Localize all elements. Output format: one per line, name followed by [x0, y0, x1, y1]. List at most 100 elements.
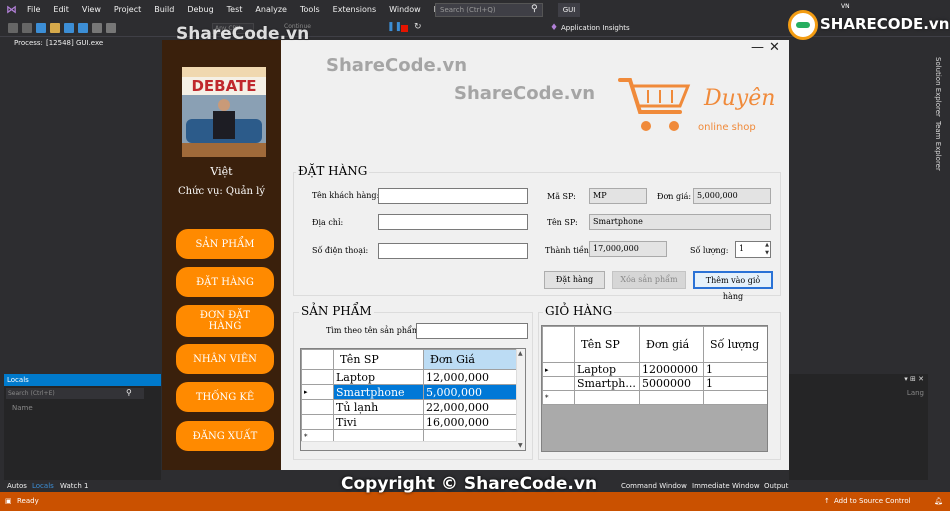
phone-input[interactable] [378, 243, 528, 259]
panel-controls-icon[interactable]: ▾ ⊞ ✕ [904, 375, 924, 383]
quantity-label: Số lượng: [690, 246, 729, 255]
table-row[interactable]: ▸ Laptop 12000000 1 [542, 362, 767, 377]
column-header-don-gia[interactable]: Đơn giá [639, 326, 704, 363]
open-icon[interactable] [50, 23, 60, 33]
row-selector[interactable] [301, 399, 334, 415]
tab-immediate-window[interactable]: Immediate Window [692, 480, 760, 492]
scroll-down-icon[interactable]: ▼ [518, 442, 523, 449]
tab-autos[interactable]: Autos [7, 480, 27, 492]
menu-tools[interactable]: Tools [300, 0, 320, 20]
cell-name[interactable]: Tủ lạnh [333, 399, 424, 415]
cell-name[interactable]: Laptop [574, 362, 640, 377]
tab-output[interactable]: Output [764, 480, 788, 492]
row-header-cell [542, 326, 575, 363]
cell-price[interactable]: 22,000,000 [423, 399, 517, 415]
menu-analyze[interactable]: Analyze [255, 0, 287, 20]
nav-don-dat-hang-button[interactable]: ĐƠN ĐẶT HÀNG [176, 305, 274, 337]
row-selector[interactable] [301, 414, 334, 430]
process-value[interactable]: [12548] GUI.exe [46, 39, 103, 47]
close-icon[interactable]: ✕ [769, 40, 780, 55]
menu-view[interactable]: View [82, 0, 101, 20]
tab-watch-1[interactable]: Watch 1 [60, 480, 88, 492]
app-insights-button[interactable]: Application Insights [561, 24, 630, 32]
cell-price[interactable]: 16,000,000 [423, 414, 517, 430]
save-icon[interactable] [64, 23, 74, 33]
table-row[interactable]: Laptop 12,000,000 [301, 369, 517, 385]
minimize-icon[interactable]: — [751, 40, 764, 55]
menu-debug[interactable]: Debug [187, 0, 213, 20]
cell-name[interactable]: Tivi [333, 414, 424, 430]
column-header-ten-sp[interactable]: Tên SP [574, 326, 640, 363]
products-hscrollbar[interactable] [301, 441, 517, 450]
total-label: Thành tiền: [545, 246, 592, 255]
stop-icon[interactable] [401, 25, 408, 32]
cell-price[interactable]: 5,000,000 [423, 384, 517, 400]
menu-file[interactable]: File [27, 0, 40, 20]
column-header-so-luong[interactable]: Số lượng [703, 326, 767, 363]
menu-edit[interactable]: Edit [53, 0, 69, 20]
table-row[interactable]: Tủ lạnh 22,000,000 [301, 399, 517, 415]
pause-icon[interactable]: ❚❚ [387, 22, 402, 32]
table-row[interactable]: Tivi 16,000,000 [301, 414, 517, 430]
quantity-stepper[interactable]: 1 ▲ ▼ [735, 241, 771, 258]
menu-window[interactable]: Window [389, 0, 421, 20]
new-project-icon[interactable] [36, 23, 46, 33]
cell-name[interactable]: Smartph... [574, 376, 640, 391]
tab-team-explorer[interactable]: Team Explorer [934, 121, 942, 171]
vs-logo-icon[interactable]: ⋈ [6, 4, 18, 16]
place-order-button[interactable]: Đặt hàng [544, 271, 605, 289]
remove-product-button[interactable]: Xóa sản phẩm [612, 271, 686, 289]
scroll-up-icon[interactable]: ▲ [518, 350, 523, 357]
undo-icon[interactable] [92, 23, 102, 33]
products-grid[interactable]: Tên SP Đơn Giá Laptop 12,000,000 ▸ Smart… [300, 348, 526, 451]
table-new-row[interactable]: * [542, 390, 767, 405]
cell-price[interactable]: 5000000 [639, 376, 704, 391]
redo-icon[interactable] [106, 23, 116, 33]
stepper-down-icon[interactable]: ▼ [765, 250, 769, 256]
product-search-input[interactable] [416, 323, 528, 339]
cell-qty[interactable]: 1 [703, 376, 767, 391]
address-input[interactable] [378, 214, 528, 230]
cell-price[interactable]: 12,000,000 [423, 369, 517, 385]
table-row[interactable]: Smartph... 5000000 1 [542, 376, 767, 391]
nav-thong-ke-button[interactable]: THỐNG KÊ [176, 382, 274, 412]
customer-name-input[interactable] [378, 188, 528, 204]
menu-test[interactable]: Test [227, 0, 243, 20]
add-to-source-control[interactable]: Add to Source Control [834, 492, 911, 511]
menu-extensions[interactable]: Extensions [333, 0, 376, 20]
cell-qty[interactable]: 1 [703, 362, 767, 377]
cart-grid[interactable]: Tên SP Đơn giá Số lượng ▸ Laptop 1200000… [541, 325, 768, 452]
stepper-up-icon[interactable]: ▲ [765, 242, 769, 248]
row-selector-current[interactable]: ▸ [542, 362, 575, 377]
column-header-ten-sp[interactable]: Tên SP [333, 349, 424, 370]
menu-build[interactable]: Build [154, 0, 174, 20]
save-all-icon[interactable] [78, 23, 88, 33]
table-row-selected[interactable]: ▸ Smartphone 5,000,000 [301, 384, 517, 400]
cell-price[interactable]: 12000000 [639, 362, 704, 377]
column-header-don-gia[interactable]: Đơn Giá [423, 349, 517, 370]
locals-search-input[interactable]: Search (Ctrl+E) [6, 388, 144, 399]
notifications-icon[interactable]: 🔔︎ [934, 492, 943, 511]
nav-dang-xuat-button[interactable]: ĐĂNG XUẤT [176, 421, 274, 451]
row-selector[interactable] [542, 376, 575, 391]
search-icon[interactable]: ⚲ [531, 4, 538, 14]
app-insights-icon[interactable]: ♦ [550, 23, 558, 33]
cell-name[interactable]: Laptop [333, 369, 424, 385]
nav-forward-icon[interactable] [22, 23, 32, 33]
restart-icon[interactable]: ↻ [414, 22, 422, 32]
products-scrollbar[interactable]: ▲ ▼ [516, 349, 525, 450]
tab-command-window[interactable]: Command Window [621, 480, 687, 492]
nav-san-pham-button[interactable]: SẢN PHẨM [176, 229, 274, 259]
nav-dat-hang-button[interactable]: ĐẶT HÀNG [176, 267, 274, 297]
nav-back-icon[interactable] [8, 23, 18, 33]
tab-locals[interactable]: Locals [32, 480, 54, 492]
row-selector[interactable] [301, 369, 334, 385]
row-selector-current[interactable]: ▸ [301, 384, 334, 400]
menu-project[interactable]: Project [114, 0, 141, 20]
locals-search-icon[interactable]: ⚲ [126, 388, 132, 397]
nav-nhan-vien-button[interactable]: NHÂN VIÊN [176, 344, 274, 374]
cell-name[interactable]: Smartphone [333, 384, 424, 400]
add-to-cart-button[interactable]: Thêm vào giỏ hàng [693, 271, 773, 301]
tab-solution-explorer[interactable]: Solution Explorer [934, 57, 942, 117]
vs-search-input[interactable]: Search (Ctrl+Q) [435, 3, 543, 17]
